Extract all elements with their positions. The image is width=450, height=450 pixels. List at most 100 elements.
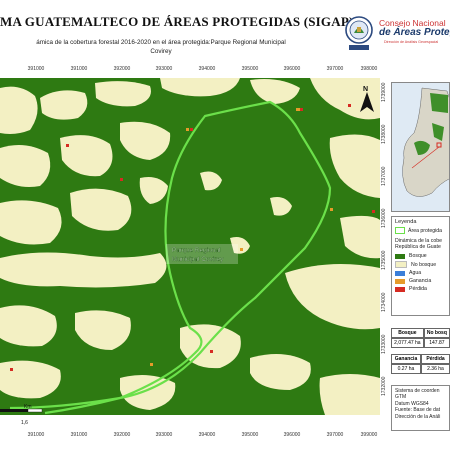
x-tick-label: 393000 (155, 432, 173, 438)
stats-value-row-1: 2,077.47 ha 147.87 (391, 338, 450, 348)
nonforest-patch (319, 374, 380, 415)
legend-item-bosque: Bosque (392, 252, 449, 260)
stats-header-perdida: Pérdida (420, 354, 450, 364)
loss-pixel (10, 368, 13, 371)
forest-cover-map[interactable]: Parque Regional Municipal Covirey N Km (0, 78, 380, 415)
area-swatch-icon (395, 227, 405, 234)
stats-value-row-2: 0.27 ha 2.36 ha (391, 364, 450, 374)
map-title: MA GUATEMALTECO DE ÁREAS PROTEGIDAS (SIG… (0, 14, 354, 29)
legend-dynamics-title-2: República de Guate (395, 244, 441, 250)
bottom-coordinate-axis: 391000 391000 392000 393000 394000 39500… (0, 432, 380, 444)
legend-label: Agua (409, 270, 422, 276)
loss-pixel (66, 144, 69, 147)
x-tick-label: 395000 (241, 432, 259, 438)
area-statistics-table: Bosque No bosq 2,077.47 ha 147.87 Gananc… (391, 328, 450, 374)
x-tick-label: 391000 (70, 432, 88, 438)
legend-title: Leyenda (395, 219, 417, 225)
loss-pixel (300, 108, 303, 111)
legend-dynamics-title-1: Dinámica de la cobe (395, 238, 443, 244)
logo-text-line-2: de Áreas Protegid (379, 27, 450, 38)
agua-swatch-icon (395, 270, 405, 276)
legend-label: Bosque (409, 253, 427, 259)
x-tick-label: 397000 (326, 432, 344, 438)
gain-pixel (186, 128, 189, 131)
nonforest-patch (0, 252, 167, 288)
nonforest-patch (0, 200, 62, 245)
legend-label: Ganancia (409, 278, 432, 284)
legend-area-item: Área protegida (392, 225, 449, 234)
stats-value-bosque: 2,077.47 ha (391, 338, 424, 348)
y-tick-label: 1734000 (381, 292, 387, 312)
stats-header-ganancia: Ganancia (391, 354, 421, 364)
area-label-line-1: Parque Regional (172, 247, 221, 254)
y-tick-label: 1735000 (381, 250, 387, 270)
x-tick-label: 392000 (113, 66, 131, 72)
logo-text-line-3: Dirección de Análisis Geoespacial (384, 40, 439, 44)
map-header: MA GUATEMALTECO DE ÁREAS PROTEGIDAS (SIG… (0, 0, 450, 62)
x-tick-label: 391000 (70, 66, 88, 72)
x-tick-label: 396000 (283, 66, 301, 72)
right-coordinate-axis: 1739000 1738000 1737000 1736000 1735000 … (380, 78, 390, 415)
bosque-swatch-icon (395, 253, 405, 259)
stats-header-row-2: Ganancia Pérdida (391, 354, 450, 364)
area-label-line-2: Municipal Covirey (172, 256, 224, 263)
notes-line-5: Dirección de la Análi (395, 413, 441, 420)
stats-value-perdida: 2.36 ha (420, 364, 450, 374)
legend-item-no-bosque: No bosque (392, 260, 449, 269)
nonforest-patch (40, 90, 88, 120)
legend-item-perdida: Pérdida (392, 285, 449, 293)
x-tick-label: 395000 (241, 66, 259, 72)
x-tick-label: 393000 (155, 66, 173, 72)
y-tick-label: 1736000 (381, 208, 387, 228)
gain-pixel (296, 108, 300, 111)
stats-header-nobosque: No bosq (423, 328, 450, 338)
stats-value-ganancia: 0.27 ha (391, 364, 421, 374)
legend-label: No bosque (411, 261, 437, 268)
x-tick-label: 396000 (283, 432, 301, 438)
loss-pixel (120, 178, 123, 181)
locator-inset-map[interactable] (391, 82, 450, 212)
perdida-swatch-icon (395, 286, 405, 292)
gain-pixel (330, 208, 333, 211)
ganancia-swatch-icon (395, 278, 405, 284)
loss-pixel (372, 210, 375, 213)
stats-header-bosque: Bosque (391, 328, 424, 338)
scale-value: 1,6 (20, 420, 29, 426)
y-tick-label: 1739000 (381, 82, 387, 102)
x-tick-label: 399000 (360, 432, 378, 438)
subtitle-line-1: ámica de la cobertura forestal 2016-2020… (36, 39, 286, 46)
gain-pixel (150, 363, 153, 366)
map-subtitle: ámica de la cobertura forestal 2016-2020… (0, 38, 322, 56)
north-arrow-label: N (363, 86, 368, 93)
scale-unit: Km (24, 404, 32, 410)
x-tick-label: 398000 (360, 66, 378, 72)
y-tick-label: 1732000 (381, 376, 387, 396)
x-tick-label: 391000 (27, 66, 45, 72)
subtitle-line-2: Covirey (150, 48, 172, 55)
x-tick-label: 394000 (198, 66, 216, 72)
guatemala-seal-icon (345, 16, 373, 50)
map-legend: Leyenda Área protegida Dinámica de la co… (391, 216, 450, 316)
legend-area-label: Área protegida (408, 227, 443, 234)
x-tick-label: 397000 (326, 66, 344, 72)
y-tick-label: 1737000 (381, 166, 387, 186)
loss-pixel (210, 350, 213, 353)
nonforest-patch (0, 144, 51, 187)
area-label: Parque Regional Municipal Covirey (166, 244, 238, 264)
x-tick-label: 391000 (27, 432, 45, 438)
nonforest-patch (0, 86, 38, 134)
no-bosque-swatch-icon (395, 261, 407, 268)
loss-pixel (348, 104, 351, 107)
stats-header-row-1: Bosque No bosq (391, 328, 450, 338)
locator-map-graphic (392, 83, 449, 211)
x-tick-label: 392000 (113, 432, 131, 438)
y-tick-label: 1733000 (381, 334, 387, 354)
stats-value-nobosque: 147.87 (423, 338, 450, 348)
x-tick-label: 394000 (198, 432, 216, 438)
legend-item-agua: Agua (392, 269, 449, 277)
y-tick-label: 1738000 (381, 124, 387, 144)
legend-label: Pérdida (409, 286, 427, 292)
gain-pixel (240, 248, 243, 251)
loss-pixel (190, 128, 193, 131)
legend-item-ganancia: Ganancia (392, 277, 449, 285)
